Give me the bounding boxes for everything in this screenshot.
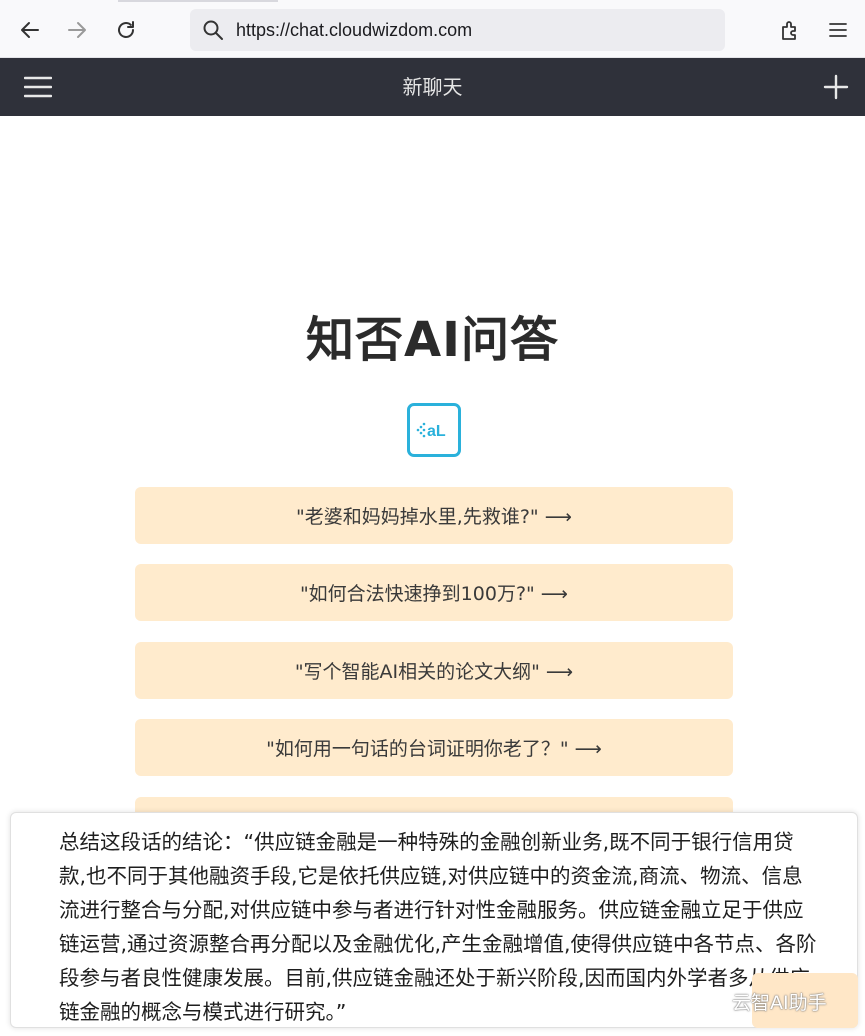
suggestion-button-4[interactable]: "如何用一句话的台词证明你老了？" ⟶ bbox=[135, 719, 733, 776]
ai-logo-icon: aL bbox=[416, 422, 446, 440]
suggestion-button-2[interactable]: "如何合法快速挣到100万?" ⟶ bbox=[135, 564, 733, 621]
browser-toolbar: https://chat.cloudwizdom.com bbox=[0, 0, 865, 58]
suggestion-button-1[interactable]: "老婆和妈妈掉水里,先救谁?" ⟶ bbox=[135, 487, 733, 544]
suggestion-button-3[interactable]: "写个智能AI相关的论文大纲" ⟶ bbox=[135, 642, 733, 699]
search-icon bbox=[200, 17, 226, 43]
tab-strip-edge bbox=[118, 0, 278, 2]
plus-icon bbox=[823, 74, 849, 100]
address-bar[interactable]: https://chat.cloudwizdom.com bbox=[190, 9, 725, 51]
new-chat-button[interactable] bbox=[823, 74, 849, 100]
logo-text: aL bbox=[427, 423, 446, 440]
url-text[interactable]: https://chat.cloudwizdom.com bbox=[236, 20, 472, 41]
forward-button[interactable] bbox=[61, 14, 93, 46]
forward-arrow-icon bbox=[68, 22, 86, 38]
wechat-icon bbox=[700, 991, 725, 1010]
app-name-heading: 知否AI问答 bbox=[305, 312, 559, 368]
app-header: 新聊天 bbox=[0, 58, 865, 116]
back-button[interactable] bbox=[14, 14, 46, 46]
app-menu-button[interactable] bbox=[822, 14, 854, 46]
watermark-text: 云智AI助手 bbox=[732, 991, 827, 1014]
menu-icon bbox=[829, 23, 847, 37]
extensions-button[interactable] bbox=[774, 14, 806, 46]
reload-button[interactable] bbox=[110, 14, 142, 46]
watermark: 云智AI助手 bbox=[700, 988, 827, 1014]
puzzle-icon bbox=[782, 21, 796, 40]
reload-icon bbox=[118, 21, 134, 38]
back-arrow-icon bbox=[21, 22, 39, 38]
app-logo: aL bbox=[407, 403, 461, 457]
page-title: 新聊天 bbox=[402, 75, 463, 99]
